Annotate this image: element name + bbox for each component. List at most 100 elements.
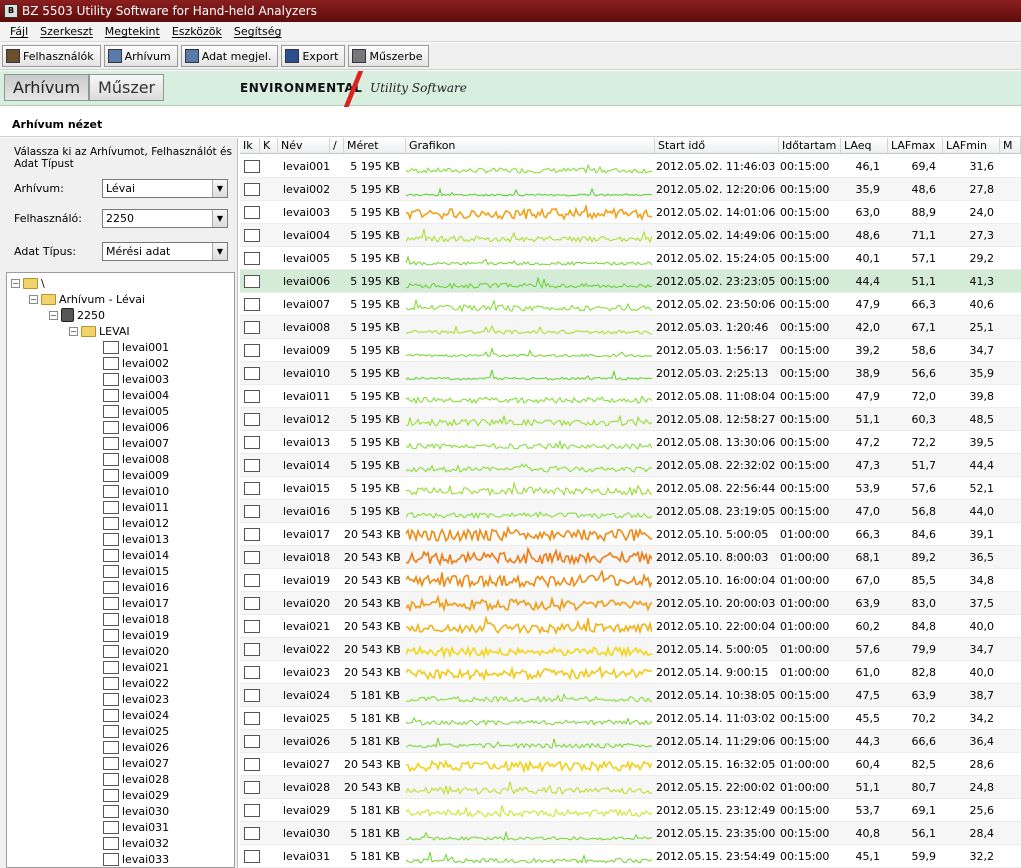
col-icon[interactable]: Ik [240,138,260,154]
collapse-icon[interactable]: − [69,326,78,336]
to-device-button[interactable]: Műszerbe [348,45,430,67]
table-row[interactable]: levai024 5 181 KB 2012.05.14. 10:38:05 00:1… [240,684,1021,707]
table-row[interactable]: levai019 20 543 KB 2012.05.10. 16:00:04 01:… [240,569,1021,592]
tree-item[interactable]: levai033 [103,851,169,867]
tree-item[interactable]: levai026 [103,739,169,755]
table-row[interactable]: levai010 5 195 KB 2012.05.03. 2:25:13 00:15… [240,362,1021,385]
tree-item[interactable]: levai008 [103,451,169,467]
menu-edit[interactable]: Szerkeszt [34,25,99,38]
data-type-select[interactable]: Mérési adat ▼ [102,241,228,261]
tree-item[interactable]: levai010 [103,483,169,499]
archive-button[interactable]: Arhívum [103,45,178,67]
tree-item[interactable]: levai006 [103,419,169,435]
archive-tree[interactable]: − \ − Arhívum - Lévai − 2250 − LEVAI lev… [6,272,235,868]
table-row[interactable]: levai023 20 543 KB 2012.05.14. 9:00:15 01:0… [240,661,1021,684]
col-size[interactable]: Méret [344,138,406,154]
table-row[interactable]: levai026 5 181 KB 2012.05.14. 11:29:06 00:1… [240,730,1021,753]
table-row[interactable]: levai008 5 195 KB 2012.05.03. 1:20:46 00:15… [240,316,1021,339]
user-select[interactable]: 2250 ▼ [102,208,228,228]
table-row[interactable]: levai028 20 543 KB 2012.05.15. 22:00:02 01:… [240,776,1021,799]
tree-item[interactable]: levai001 [103,339,169,355]
tree-item[interactable]: levai019 [103,627,169,643]
tree-item[interactable]: levai022 [103,675,169,691]
table-row[interactable]: levai017 20 543 KB 2012.05.10. 5:00:05 01:0… [240,523,1021,546]
table-row[interactable]: levai014 5 195 KB 2012.05.08. 22:32:02 00:1… [240,454,1021,477]
col-k[interactable]: K [260,138,278,154]
col-laeq[interactable]: LAeq [841,138,888,154]
menu-help[interactable]: Segítség [228,25,288,38]
table-row[interactable]: levai003 5 195 KB 2012.05.02. 14:01:06 00:1… [240,201,1021,224]
menu-view[interactable]: Megtekint [99,25,166,38]
table-row[interactable]: levai013 5 195 KB 2012.05.08. 13:30:06 00:1… [240,431,1021,454]
tree-item[interactable]: levai002 [103,355,169,371]
tree-item[interactable]: levai009 [103,467,169,483]
tree-item[interactable]: levai025 [103,723,169,739]
archive-select[interactable]: Lévai ▼ [102,178,228,198]
table-row[interactable]: levai015 5 195 KB 2012.05.08. 22:56:44 00:1… [240,477,1021,500]
tree-item[interactable]: levai004 [103,387,169,403]
col-m[interactable]: M [1000,138,1021,154]
tree-item[interactable]: levai003 [103,371,169,387]
table-row[interactable]: levai002 5 195 KB 2012.05.02. 12:20:06 00:1… [240,178,1021,201]
tree-item[interactable]: levai013 [103,531,169,547]
table-row[interactable]: levai007 5 195 KB 2012.05.02. 23:50:06 00:1… [240,293,1021,316]
table-row[interactable]: levai012 5 195 KB 2012.05.08. 12:58:27 00:1… [240,408,1021,431]
chevron-down-icon[interactable]: ▼ [212,179,227,197]
tree-item[interactable]: levai018 [103,611,169,627]
menu-tools[interactable]: Eszközök [166,25,228,38]
tree-user[interactable]: − 2250 [49,307,105,323]
tree-item[interactable]: levai027 [103,755,169,771]
tree-archive[interactable]: − Arhívum - Lévai [29,291,145,307]
collapse-icon[interactable]: − [49,310,58,320]
tab-archive[interactable]: Arhívum [4,74,90,101]
tree-item[interactable]: levai007 [103,435,169,451]
table-row[interactable]: levai001 5 195 KB 2012.05.02. 11:46:03 00:1… [240,155,1021,178]
tree-item[interactable]: levai005 [103,403,169,419]
tree-root[interactable]: − \ [11,275,45,291]
collapse-icon[interactable]: − [11,278,20,288]
tree-item[interactable]: levai029 [103,787,169,803]
tree-folder[interactable]: − LEVAI [69,323,130,339]
sort-indicator[interactable]: / [330,138,344,154]
table-row[interactable]: levai009 5 195 KB 2012.05.03. 1:56:17 00:15… [240,339,1021,362]
tree-item[interactable]: levai020 [103,643,169,659]
tree-item[interactable]: levai015 [103,563,169,579]
tree-item[interactable]: levai016 [103,579,169,595]
table-row[interactable]: levai011 5 195 KB 2012.05.08. 11:08:04 00:1… [240,385,1021,408]
table-row[interactable]: levai031 5 181 KB 2012.05.15. 23:54:49 00:1… [240,845,1021,868]
col-lafmin[interactable]: LAFmin [943,138,1000,154]
table-row[interactable]: levai025 5 181 KB 2012.05.14. 11:03:02 00:1… [240,707,1021,730]
table-row[interactable]: levai016 5 195 KB 2012.05.08. 23:19:05 00:1… [240,500,1021,523]
table-row[interactable]: levai018 20 543 KB 2012.05.10. 8:00:03 01:0… [240,546,1021,569]
chevron-down-icon[interactable]: ▼ [212,242,227,260]
tree-item[interactable]: levai012 [103,515,169,531]
table-row[interactable]: levai020 20 543 KB 2012.05.10. 20:00:03 01:… [240,592,1021,615]
tab-device[interactable]: Műszer [89,74,165,101]
users-button[interactable]: Felhasználók [2,45,101,67]
menu-file[interactable]: Fájl [4,25,34,38]
table-row[interactable]: levai021 20 543 KB 2012.05.10. 22:00:04 01:… [240,615,1021,638]
chevron-down-icon[interactable]: ▼ [212,209,227,227]
table-row[interactable]: levai006 5 195 KB 2012.05.02. 23:23:05 00:1… [240,270,1021,293]
col-name[interactable]: Név [278,138,330,154]
view-data-button[interactable]: Adat megjel. [180,45,279,67]
table-row[interactable]: levai029 5 181 KB 2012.05.15. 23:12:49 00:1… [240,799,1021,822]
table-row[interactable]: levai030 5 181 KB 2012.05.15. 23:35:00 00:1… [240,822,1021,845]
col-graph[interactable]: Grafikon [406,138,655,154]
table-row[interactable]: levai022 20 543 KB 2012.05.14. 5:00:05 01:0… [240,638,1021,661]
tree-item[interactable]: levai031 [103,819,169,835]
tree-item[interactable]: levai032 [103,835,169,851]
col-start[interactable]: Start idő [655,138,779,154]
tree-item[interactable]: levai023 [103,691,169,707]
table-row[interactable]: levai027 20 543 KB 2012.05.15. 16:32:05 01:… [240,753,1021,776]
tree-item[interactable]: levai024 [103,707,169,723]
table-row[interactable]: levai004 5 195 KB 2012.05.02. 14:49:06 00:1… [240,224,1021,247]
tree-item[interactable]: levai030 [103,803,169,819]
col-duration[interactable]: Időtartam [779,138,841,154]
tree-item[interactable]: levai021 [103,659,169,675]
tree-item[interactable]: levai017 [103,595,169,611]
tree-item[interactable]: levai028 [103,771,169,787]
tree-item[interactable]: levai014 [103,547,169,563]
export-button[interactable]: Export [281,45,346,67]
table-row[interactable]: levai005 5 195 KB 2012.05.02. 15:24:05 00:1… [240,247,1021,270]
